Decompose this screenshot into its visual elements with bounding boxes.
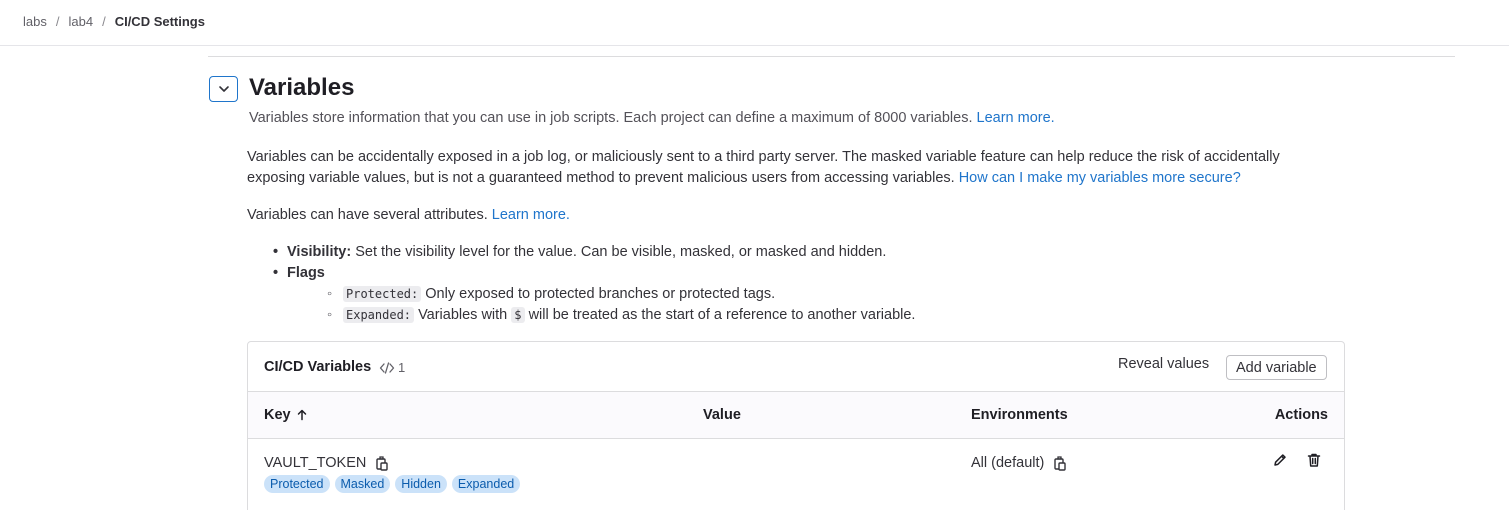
- breadcrumb-current[interactable]: CI/CD Settings: [115, 14, 205, 29]
- protected-code: Protected:: [343, 286, 422, 302]
- variable-key: VAULT_TOKEN: [264, 455, 367, 471]
- variable-count: 1: [379, 360, 405, 375]
- delete-trash-icon[interactable]: [1306, 452, 1322, 468]
- card-header: CI/CD Variables 1 Reveal values Add vari…: [248, 342, 1344, 392]
- variable-key-cell: VAULT_TOKEN: [264, 455, 389, 471]
- column-value-header: Value: [703, 407, 741, 423]
- column-environments-header: Environments: [971, 407, 1068, 423]
- badge-expanded: Expanded: [451, 475, 521, 493]
- visibility-label: Visibility:: [287, 244, 352, 260]
- breadcrumb-separator: /: [102, 14, 106, 29]
- badge-protected: Protected: [264, 475, 330, 493]
- attributes-intro: Variables can have several attributes. L…: [247, 205, 1337, 226]
- table-row: VAULT_TOKEN Protected Masked Hidden Expa…: [248, 439, 1344, 510]
- list-item-flags: Flags Protected: Only exposed to protect…: [273, 263, 915, 326]
- variable-badges: Protected Masked Hidden Expanded: [264, 475, 521, 493]
- column-actions-header: Actions: [1274, 407, 1328, 423]
- section-description: Variables store information that you can…: [249, 110, 1055, 126]
- breadcrumb: labs / lab4 / CI/CD Settings: [23, 14, 205, 29]
- environment-scope: All (default): [971, 455, 1045, 471]
- flags-sublist: Protected: Only exposed to protected bra…: [287, 284, 915, 326]
- list-item-visibility: Visibility: Set the visibility level for…: [273, 242, 915, 263]
- top-bar: labs / lab4 / CI/CD Settings: [0, 0, 1509, 46]
- badge-hidden: Hidden: [395, 475, 447, 493]
- edit-pencil-icon[interactable]: [1272, 452, 1288, 468]
- column-key-header[interactable]: Key: [264, 407, 308, 423]
- flag-expanded: Expanded: Variables with $ will be treat…: [287, 305, 915, 326]
- sort-arrow-up-icon: [296, 409, 308, 421]
- environment-cell: All (default): [971, 455, 1067, 471]
- dollar-code: $: [511, 307, 525, 323]
- code-icon: [379, 361, 395, 375]
- row-actions: [1272, 452, 1322, 468]
- expanded-text-2: will be treated as the start of a refere…: [528, 307, 916, 323]
- security-warning: Variables can be accidentally exposed in…: [247, 147, 1337, 189]
- learn-more-link[interactable]: Learn more.: [977, 110, 1055, 126]
- flag-protected: Protected: Only exposed to protected bra…: [287, 284, 915, 305]
- attributes-list: Visibility: Set the visibility level for…: [273, 242, 915, 326]
- secure-variables-link[interactable]: How can I make my variables more secure?: [959, 170, 1241, 186]
- collapse-toggle-button[interactable]: [209, 76, 238, 102]
- copy-key-icon[interactable]: [375, 455, 389, 471]
- table-header: Key Value Environments Actions: [248, 392, 1344, 439]
- variables-card: CI/CD Variables 1 Reveal values Add vari…: [247, 341, 1345, 510]
- section-title: Variables: [249, 74, 355, 101]
- count-value: 1: [398, 360, 406, 375]
- badge-masked: Masked: [334, 475, 391, 493]
- card-title: CI/CD Variables: [264, 359, 372, 375]
- column-key-label: Key: [264, 407, 291, 423]
- section-divider: [208, 56, 1455, 57]
- reveal-values-button[interactable]: Reveal values: [1118, 356, 1209, 372]
- attributes-learn-more-link[interactable]: Learn more.: [492, 207, 570, 223]
- protected-text: Only exposed to protected branches or pr…: [425, 286, 776, 302]
- add-variable-button[interactable]: Add variable: [1226, 355, 1327, 380]
- expanded-code: Expanded:: [343, 307, 415, 323]
- breadcrumb-separator: /: [55, 14, 60, 29]
- visibility-text: Set the visibility level for the value. …: [355, 244, 887, 260]
- copy-environment-icon[interactable]: [1053, 455, 1067, 471]
- chevron-down-icon: [217, 82, 231, 96]
- breadcrumb-labs[interactable]: labs: [23, 14, 47, 29]
- expanded-text-1: Variables with: [418, 307, 508, 323]
- flags-label: Flags: [287, 265, 325, 281]
- attributes-intro-text: Variables can have several attributes.: [247, 207, 488, 223]
- description-text: Variables store information that you can…: [249, 110, 973, 126]
- breadcrumb-lab4[interactable]: lab4: [68, 14, 93, 29]
